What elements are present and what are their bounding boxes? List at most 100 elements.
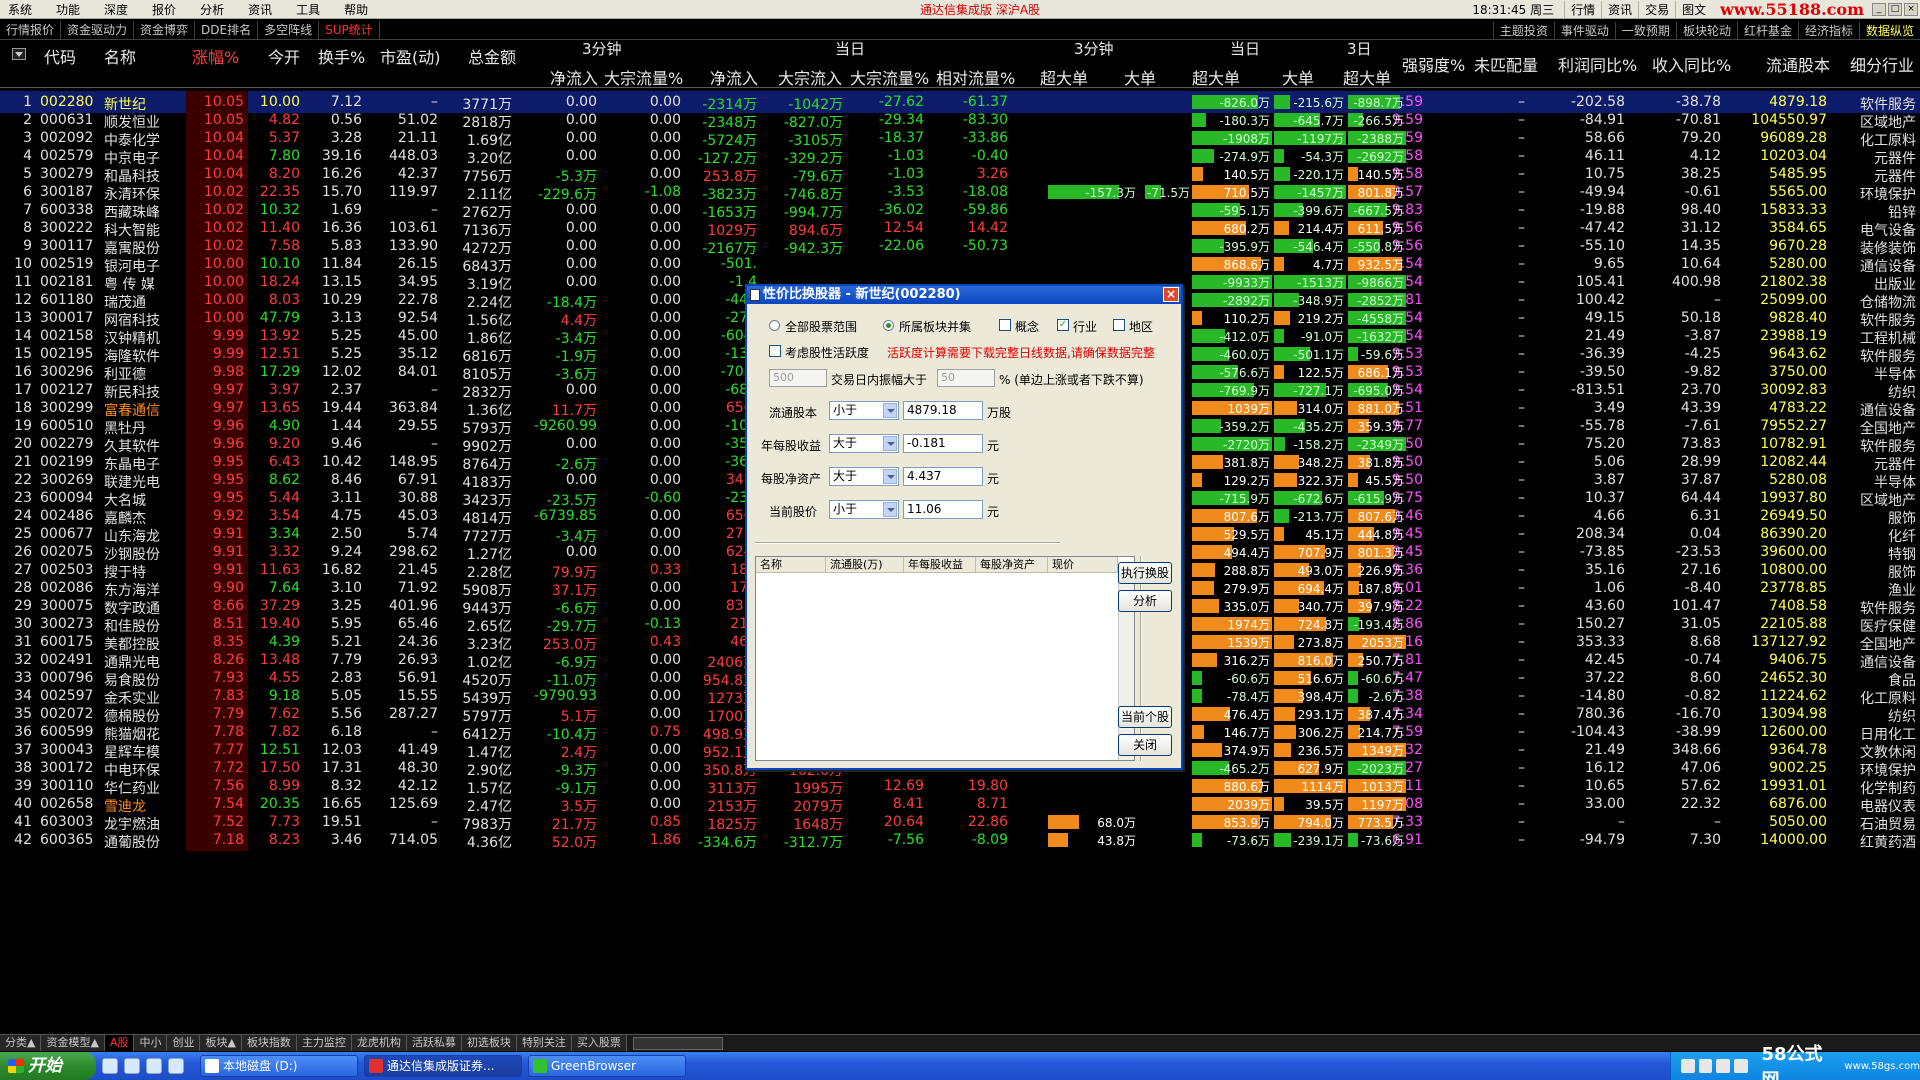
cell-pyoy[interactable]: 150.27: [1535, 616, 1625, 632]
stock-code[interactable]: 300187: [40, 184, 93, 200]
cell-bpd[interactable]: 8.41: [834, 796, 924, 812]
tab-dde-rank[interactable]: DDE排名: [195, 20, 259, 39]
bottom-tab[interactable]: 创业: [167, 1035, 201, 1051]
cell-um[interactable]: –: [1435, 580, 1525, 596]
result-col-eps[interactable]: 年每股收益: [904, 557, 976, 573]
cell-um[interactable]: –: [1435, 832, 1525, 848]
cell-um[interactable]: –: [1435, 724, 1525, 740]
header-float-shares[interactable]: 流通股本: [1766, 52, 1830, 76]
header-profit-yoy[interactable]: 利润同比%: [1558, 52, 1637, 76]
menu-system[interactable]: 系统: [0, 1, 44, 18]
cell-um[interactable]: –: [1435, 706, 1525, 722]
cell-um[interactable]: –: [1435, 544, 1525, 560]
cell-iyoy[interactable]: -16.70: [1631, 706, 1721, 722]
cell-pyoy[interactable]: -104.43: [1535, 724, 1625, 740]
cell-iyoy[interactable]: -38.78: [1631, 94, 1721, 110]
cell-ni3[interactable]: 0.00: [507, 382, 597, 398]
cell-um[interactable]: –: [1435, 346, 1525, 362]
stock-code[interactable]: 600510: [40, 418, 93, 434]
table-row[interactable]: 42 600365 通葡股份 7.18 8.23 3.46 714.05 4.36亿 52.0万…: [0, 829, 1920, 851]
cell-pyoy[interactable]: 46.11: [1535, 148, 1625, 164]
cell-pyoy[interactable]: -36.39: [1535, 346, 1625, 362]
cell-pyoy[interactable]: 3.49: [1535, 400, 1625, 416]
cell-um[interactable]: –: [1435, 796, 1525, 812]
cell-um[interactable]: –: [1435, 472, 1525, 488]
header-strength[interactable]: 强弱度%: [1402, 52, 1465, 76]
stock-code[interactable]: 002072: [40, 706, 93, 722]
cell-ni3[interactable]: 0.00: [507, 544, 597, 560]
cell-iyoy[interactable]: 6.31: [1631, 508, 1721, 524]
cell-amt[interactable]: 4.36亿: [422, 832, 512, 852]
top-btn-quote[interactable]: 行情: [1564, 1, 1601, 18]
bottom-tab[interactable]: 活跃私募: [406, 1035, 462, 1051]
stock-code[interactable]: 002491: [40, 652, 93, 668]
top-btn-trade[interactable]: 交易: [1638, 1, 1675, 18]
top-btn-info[interactable]: 资讯: [1601, 1, 1638, 18]
cell-iyoy[interactable]: -3.87: [1631, 328, 1721, 344]
cell-fs[interactable]: 11224.62: [1737, 688, 1827, 704]
chk-activity[interactable]: [769, 345, 781, 357]
cell-um[interactable]: –: [1435, 418, 1525, 434]
maximize-icon[interactable]: □: [1888, 3, 1902, 16]
cell-iyoy[interactable]: 23.70: [1631, 382, 1721, 398]
bottom-tab[interactable]: 分类▲: [0, 1035, 42, 1051]
cell-fs[interactable]: 10800.00: [1737, 562, 1827, 578]
cell-fs[interactable]: 30092.83: [1737, 382, 1827, 398]
bottom-tab[interactable]: 板块▲: [200, 1035, 242, 1051]
tab-capital-drive[interactable]: 资金驱动力: [61, 20, 135, 39]
stock-code[interactable]: 002075: [40, 544, 93, 560]
browser-icon[interactable]: [124, 1058, 140, 1074]
cell-fs[interactable]: 5280.08: [1737, 472, 1827, 488]
cell-pyoy[interactable]: -19.88: [1535, 202, 1625, 218]
cell-fs[interactable]: 23778.85: [1737, 580, 1827, 596]
cell-ni3[interactable]: 52.0万: [507, 832, 597, 852]
cell-fs[interactable]: 25099.00: [1737, 292, 1827, 308]
radio-board-union[interactable]: [883, 320, 894, 331]
cell-ni3[interactable]: 0.00: [507, 238, 597, 254]
cell-um[interactable]: –: [1435, 202, 1525, 218]
cell-pyoy[interactable]: -55.10: [1535, 238, 1625, 254]
cell-um[interactable]: –: [1435, 562, 1525, 578]
stock-code[interactable]: 000677: [40, 526, 93, 542]
cell-um[interactable]: –: [1435, 130, 1525, 146]
result-list[interactable]: 名称 流通股(万) 年每股收益 每股净资产 现价: [755, 556, 1135, 761]
cell-fs[interactable]: 5280.00: [1737, 256, 1827, 272]
cell-bpd[interactable]: -27.62: [834, 94, 924, 110]
horizontal-scrollbar[interactable]: [632, 1036, 723, 1050]
column-selector-icon[interactable]: [12, 48, 26, 60]
cell-pyoy[interactable]: 10.37: [1535, 490, 1625, 506]
cell-ni3[interactable]: -6739.85: [507, 508, 597, 524]
tab-quote[interactable]: 行情报价: [0, 20, 62, 39]
cell-rpd[interactable]: -8.09: [918, 832, 1008, 848]
stock-code[interactable]: 300117: [40, 238, 93, 254]
cell-um[interactable]: –: [1435, 220, 1525, 236]
cell-fs[interactable]: 86390.20: [1737, 526, 1827, 542]
cell-um[interactable]: –: [1435, 652, 1525, 668]
cell-um[interactable]: –: [1435, 670, 1525, 686]
cell-um[interactable]: –: [1435, 274, 1525, 290]
filter-bvps-op[interactable]: 大于: [829, 467, 899, 486]
cell-iyoy[interactable]: 31.12: [1631, 220, 1721, 236]
cell-iyoy[interactable]: -0.82: [1631, 688, 1721, 704]
cell-um[interactable]: –: [1435, 742, 1525, 758]
cell-um[interactable]: –: [1435, 292, 1525, 308]
cell-nid[interactable]: -109: [667, 418, 757, 434]
tray-network-icon[interactable]: [1681, 1059, 1695, 1073]
stock-code[interactable]: 300043: [40, 742, 93, 758]
cell-iyoy[interactable]: -0.61: [1631, 184, 1721, 200]
cell-iyoy[interactable]: 73.83: [1631, 436, 1721, 452]
cell-rpd[interactable]: -18.08: [918, 184, 1008, 200]
cell-ni3[interactable]: -9790.93: [507, 688, 597, 704]
spin-days[interactable]: 500: [769, 369, 827, 387]
cell-um[interactable]: –: [1435, 364, 1525, 380]
cell-fs[interactable]: 19937.80: [1737, 490, 1827, 506]
cell-rpd[interactable]: 8.71: [918, 796, 1008, 812]
cell-pyoy[interactable]: 35.16: [1535, 562, 1625, 578]
stock-code[interactable]: 000631: [40, 112, 93, 128]
cell-nid[interactable]: -604.: [667, 328, 757, 344]
cell-nid[interactable]: 831.: [667, 598, 757, 614]
cell-nid[interactable]: -353: [667, 436, 757, 452]
menu-help[interactable]: 帮助: [332, 1, 380, 18]
cell-fs[interactable]: 79552.27: [1737, 418, 1827, 434]
cell-bpd[interactable]: -1.03: [834, 166, 924, 182]
